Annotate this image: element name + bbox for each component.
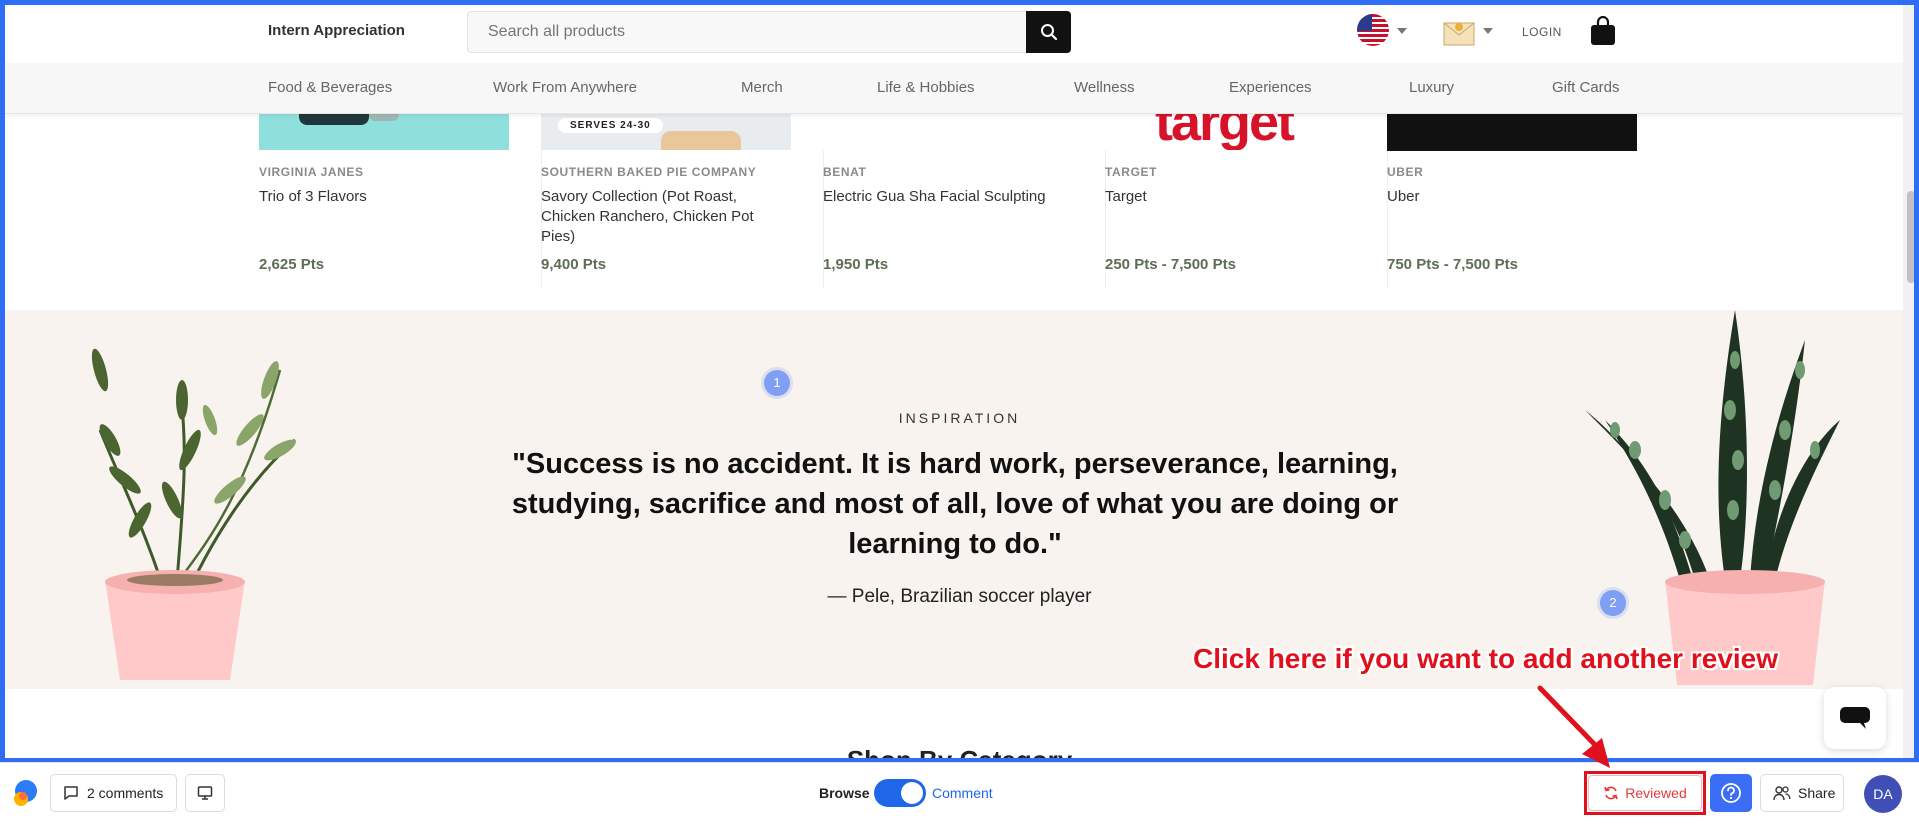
reviewed-label: Reviewed — [1625, 785, 1687, 801]
product-price: 2,625 Pts — [259, 256, 325, 273]
app-logo-icon[interactable] — [12, 778, 40, 808]
help-button[interactable] — [1710, 774, 1752, 812]
product-name[interactable]: Savory Collection (Pot Roast, Chicken Ra… — [541, 187, 786, 247]
nav-item-luxury[interactable]: Luxury — [1409, 79, 1454, 96]
shopping-bag-icon[interactable] — [1589, 15, 1617, 46]
users-icon — [1773, 786, 1791, 801]
search-bar — [467, 11, 1071, 53]
comments-count-label: 2 comments — [87, 785, 164, 801]
share-label: Share — [1798, 785, 1836, 801]
product-card[interactable]: BENAT Electric Gua Sha Facial Sculpting … — [823, 113, 1106, 288]
product-card[interactable]: UBER Uber 750 Pts - 7,500 Pts — [1387, 113, 1669, 288]
review-toolbar: 2 comments Browse Comment Reviewed Share… — [0, 762, 1919, 825]
category-nav: Food & Beverages Work From Anywhere Merc… — [5, 63, 1914, 114]
product-name[interactable]: Target — [1105, 187, 1350, 207]
device-view-button[interactable] — [185, 774, 225, 812]
refresh-icon — [1604, 786, 1619, 800]
us-flag-icon[interactable] — [1357, 14, 1389, 46]
inspiration-quote: "Success is no accident. It is hard work… — [511, 448, 1399, 560]
target-logo: target — [1155, 113, 1295, 150]
nav-item-life-hobbies[interactable]: Life & Hobbies — [877, 79, 975, 96]
product-image[interactable] — [259, 113, 509, 150]
user-avatar[interactable]: DA — [1864, 775, 1902, 813]
login-link[interactable]: LOGIN — [1522, 25, 1562, 39]
product-name[interactable]: Trio of 3 Flavors — [259, 187, 504, 207]
share-button[interactable]: Share — [1760, 774, 1844, 812]
comments-button[interactable]: 2 comments — [50, 774, 177, 812]
nav-item-food-beverages[interactable]: Food & Beverages — [268, 79, 392, 96]
product-card[interactable]: VIRGINIA JANES Trio of 3 Flavors 2,625 P… — [259, 113, 542, 288]
product-vendor: SOUTHERN BAKED PIE COMPANY — [541, 165, 757, 179]
question-circle-icon — [1721, 783, 1741, 803]
product-vendor: VIRGINIA JANES — [259, 165, 364, 179]
product-price: 750 Pts - 7,500 Pts — [1387, 256, 1518, 273]
envelope-icon[interactable] — [1443, 17, 1475, 47]
nav-item-merch[interactable]: Merch — [741, 79, 783, 96]
product-card[interactable]: SERVES 24-30 SOUTHERN BAKED PIE COMPANY … — [541, 113, 824, 288]
chat-icon — [1840, 707, 1870, 729]
product-name[interactable]: Electric Gua Sha Facial Sculpting — [823, 187, 1068, 207]
search-button[interactable] — [1026, 11, 1071, 53]
product-card[interactable]: target TARGET Target 250 Pts - 7,500 Pts — [1105, 113, 1388, 288]
comment-mode-label[interactable]: Comment — [932, 785, 993, 801]
serves-badge: SERVES 24-30 — [558, 118, 663, 133]
search-icon — [1040, 24, 1057, 41]
inspiration-section: 1 2 INSPIRATION "Success is no accident.… — [5, 310, 1914, 689]
chat-widget-button[interactable] — [1824, 687, 1886, 749]
comment-pin[interactable]: 1 — [764, 370, 790, 396]
product-price: 9,400 Pts — [541, 256, 607, 273]
chevron-down-icon[interactable] — [1483, 28, 1493, 34]
product-image[interactable] — [823, 113, 1073, 150]
product-row: VIRGINIA JANES Trio of 3 Flavors 2,625 P… — [5, 113, 1914, 288]
page-scrollbar[interactable] — [1903, 5, 1914, 758]
product-price: 1,950 Pts — [823, 256, 889, 273]
nav-item-gift-cards[interactable]: Gift Cards — [1552, 79, 1620, 96]
product-vendor: BENAT — [823, 165, 867, 179]
product-image[interactable] — [1387, 113, 1637, 151]
brand-name[interactable]: Intern Appreciation — [268, 22, 405, 39]
comment-icon — [64, 786, 78, 800]
search-input[interactable] — [468, 12, 1023, 52]
nav-item-work-from-anywhere[interactable]: Work From Anywhere — [493, 79, 637, 96]
product-image[interactable]: target — [1105, 113, 1355, 150]
scrollbar-thumb[interactable] — [1907, 191, 1914, 283]
red-arrow-icon — [1537, 685, 1610, 768]
nav-item-experiences[interactable]: Experiences — [1229, 79, 1312, 96]
product-price: 250 Pts - 7,500 Pts — [1105, 256, 1236, 273]
instruction-annotation: Click here if you want to add another re… — [1193, 643, 1779, 674]
product-name[interactable]: Uber — [1387, 187, 1632, 207]
nav-item-wellness[interactable]: Wellness — [1074, 79, 1135, 96]
chevron-down-icon[interactable] — [1397, 28, 1407, 34]
browse-mode-label[interactable]: Browse — [819, 785, 870, 801]
reviewed-button[interactable]: Reviewed — [1588, 775, 1702, 811]
plant-illustration-left — [91, 348, 296, 680]
monitor-icon — [197, 786, 213, 800]
mode-toggle[interactable] — [874, 779, 926, 807]
product-image[interactable]: SERVES 24-30 — [541, 113, 791, 150]
site-header: Intern Appreciation Search all products … — [5, 5, 1914, 63]
product-vendor: TARGET — [1105, 165, 1158, 179]
plant-illustration-right — [1585, 310, 1840, 685]
toggle-knob — [901, 782, 923, 804]
product-vendor: UBER — [1387, 165, 1424, 179]
section-heading: Shop By Category — [846, 745, 1073, 762]
